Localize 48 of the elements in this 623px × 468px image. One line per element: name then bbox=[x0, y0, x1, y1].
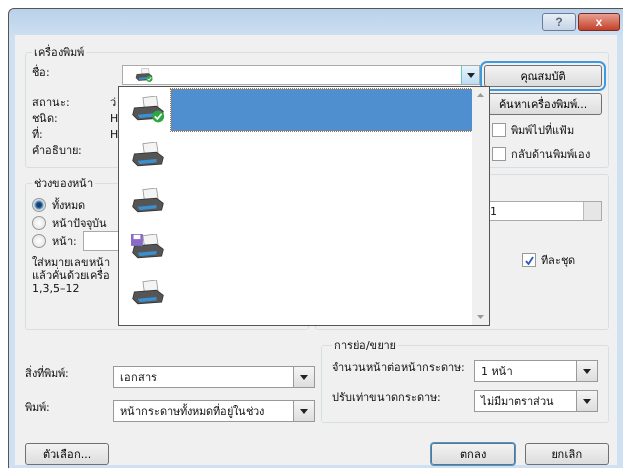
group-title: เครื่องพิมพ์ bbox=[33, 44, 85, 61]
printer-icon bbox=[131, 96, 165, 124]
checkbox[interactable] bbox=[522, 253, 536, 267]
zoom-label: ปรับเท่าขนาดกระดาษ: bbox=[332, 390, 442, 406]
info-label: ที่: bbox=[32, 127, 44, 143]
dropdown-arrow-icon bbox=[466, 72, 474, 78]
radio-button[interactable] bbox=[32, 216, 46, 230]
checkbox-label: กลับด้านพิมพ์เอง bbox=[511, 147, 590, 163]
zoom-label: จำนวนหน้าต่อหน้ากระดาษ: bbox=[332, 360, 466, 376]
info-label: สถานะ: bbox=[32, 95, 71, 111]
zoom-select[interactable]: 1 หน้า bbox=[474, 360, 598, 382]
scroll-down-icon[interactable] bbox=[477, 315, 484, 319]
info-label: ชนิด: bbox=[32, 111, 59, 126]
close-button[interactable]: x bbox=[578, 13, 620, 31]
info-value: H bbox=[110, 111, 118, 127]
info-label: คำอธิบาย: bbox=[32, 143, 83, 159]
printer-icon bbox=[135, 68, 153, 82]
dropdown-arrow-icon bbox=[583, 368, 591, 374]
page-range-hint: ใส่หมายเลขหน้า แล้วคั่นด้วยเครื่อ 1,3,5–12 bbox=[32, 256, 110, 295]
radio-button[interactable] bbox=[32, 198, 46, 212]
radio-label: หน้า: bbox=[52, 234, 77, 250]
options-button[interactable]: ตัวเลือก... bbox=[25, 443, 109, 465]
print-label: พิมพ์: bbox=[25, 400, 51, 416]
checkbox[interactable] bbox=[492, 147, 506, 161]
printer-combo[interactable] bbox=[122, 65, 480, 85]
dropdown-arrow-icon bbox=[300, 374, 308, 380]
print-select[interactable]: หน้ากระดาษทั้งหมดที่อยู่ในช่วง bbox=[113, 400, 315, 422]
scroll-up-icon[interactable] bbox=[477, 93, 484, 97]
info-value: ว่ bbox=[110, 95, 116, 111]
checkbox[interactable] bbox=[492, 123, 506, 137]
radio-label: ทั้งหมด bbox=[52, 196, 85, 214]
help-button[interactable]: ? bbox=[542, 13, 576, 31]
zoom-select[interactable]: ไม่มีมาตราส่วน bbox=[474, 390, 598, 412]
radio-button[interactable] bbox=[32, 234, 46, 248]
cancel-button[interactable]: ยกเลิก bbox=[525, 443, 609, 465]
print-what-select[interactable]: เอกสาร bbox=[113, 366, 315, 388]
ok-button[interactable]: ตกลง bbox=[431, 443, 515, 465]
group-title: ช่วงของหน้า bbox=[33, 176, 94, 192]
checkbox-label: พิมพ์ไปที่แฟ้ม bbox=[511, 122, 574, 139]
dropdown-arrow-icon bbox=[583, 398, 591, 404]
info-value: H bbox=[110, 127, 118, 143]
print-what-label: สิ่งที่พิมพ์: bbox=[25, 366, 70, 382]
dropdown-arrow-icon bbox=[300, 408, 308, 414]
name-label: ชื่อ: bbox=[32, 65, 51, 81]
group-title: การย่อ/ขยาย bbox=[333, 338, 397, 354]
scrollbar[interactable] bbox=[472, 87, 489, 325]
radio-label: หน้าปัจจุบัน bbox=[52, 216, 107, 232]
checkbox-label: ทีละชุด bbox=[541, 253, 575, 269]
